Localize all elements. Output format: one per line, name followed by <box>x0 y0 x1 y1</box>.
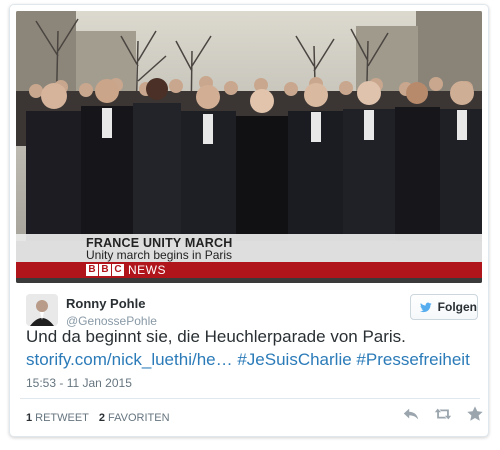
avatar-portrait-icon <box>26 294 58 326</box>
news-brand-bar: B B C NEWS <box>16 262 482 278</box>
tweet-actions <box>402 405 484 423</box>
favorite-stat[interactable]: 2 FAVORITEN <box>99 412 170 424</box>
star-icon[interactable] <box>466 405 484 423</box>
favorite-label: FAVORITEN <box>108 412 170 424</box>
retweet-icon[interactable] <box>434 405 452 423</box>
news-lower-third: FRANCE UNITY MARCH Unity march begins in… <box>16 234 482 278</box>
hashtag-link[interactable]: #JeSuisCharlie <box>237 350 351 369</box>
tweet-photo[interactable]: FRANCE UNITY MARCH Unity march begins in… <box>16 11 482 283</box>
follow-label: Folgen <box>437 300 477 314</box>
favorite-count: 2 <box>98 412 106 424</box>
tweet-text: Und da beginnt sie, die Heuchlerparade v… <box>26 325 481 371</box>
news-subline: Unity march begins in Paris <box>86 248 233 262</box>
retweet-stat[interactable]: 1 RETWEET <box>26 412 89 424</box>
headline-bar: FRANCE UNITY MARCH Unity march begins in… <box>16 234 482 262</box>
twitter-bird-icon <box>420 302 432 312</box>
divider <box>20 398 480 399</box>
tweet-body: Und da beginnt sie, die Heuchlerparade v… <box>26 327 406 346</box>
tweet-link[interactable]: storify.com/nick_luethi/he… <box>26 350 233 369</box>
retweet-count: 1 <box>26 412 33 424</box>
reply-icon[interactable] <box>402 405 420 423</box>
author-name[interactable]: Ronny Pohle <box>66 296 145 311</box>
bbc-logo-letter: C <box>112 264 124 276</box>
follow-button[interactable]: Folgen <box>410 294 478 320</box>
author-avatar[interactable] <box>26 294 58 326</box>
bbc-logo: B B C <box>86 264 124 276</box>
bbc-logo-letter: B <box>86 264 98 276</box>
retweet-label: RETWEET <box>35 412 89 424</box>
hashtag-link[interactable]: #Pressefreiheit <box>356 350 469 369</box>
tweet-timestamp[interactable]: 15:53 - 11 Jan 2015 <box>26 376 132 390</box>
tweet-stats: 1 RETWEET 2 FAVORITEN <box>26 412 170 424</box>
news-channel-word: NEWS <box>128 263 166 277</box>
tweet-card: FRANCE UNITY MARCH Unity march begins in… <box>9 4 489 437</box>
bbc-logo-letter: B <box>99 264 111 276</box>
